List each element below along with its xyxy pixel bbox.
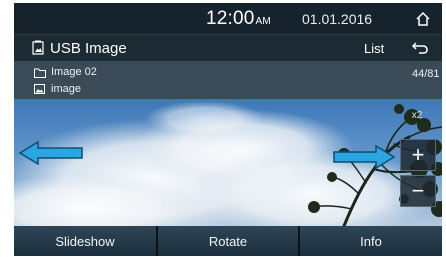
- list-button[interactable]: List: [364, 41, 384, 56]
- cloud: [144, 101, 264, 137]
- previous-image-arrow[interactable]: [16, 138, 86, 168]
- back-button[interactable]: [408, 38, 432, 58]
- image-counter: 44/81: [412, 68, 440, 80]
- usb-image-icon: [32, 40, 44, 55]
- slideshow-button[interactable]: Slideshow: [14, 226, 158, 256]
- rotate-button[interactable]: Rotate: [158, 226, 300, 256]
- zoom-in-button[interactable]: +: [400, 139, 436, 171]
- info-button[interactable]: Info: [300, 226, 442, 256]
- image-file-icon: [34, 84, 45, 94]
- back-icon: [411, 42, 428, 54]
- title-bar: USB Image List: [14, 35, 442, 61]
- file-name: image: [51, 83, 81, 95]
- home-icon: [416, 11, 430, 26]
- zoom-level-label: x2: [411, 110, 423, 121]
- status-bar: 12:00AM 01.01.2016: [14, 3, 442, 35]
- zoom-out-button[interactable]: −: [400, 175, 436, 207]
- clock-ampm: AM: [255, 16, 271, 27]
- file-info-bar: Image 02 image 44/81: [14, 61, 442, 99]
- bottom-toolbar: Slideshow Rotate Info: [14, 226, 442, 256]
- home-button[interactable]: [410, 7, 436, 31]
- page-title: USB Image: [50, 40, 127, 57]
- clock-time: 12:00: [206, 8, 255, 29]
- folder-icon: [34, 68, 46, 78]
- usb-image-viewer-screen: 12:00AM 01.01.2016 USB Image List Image …: [14, 3, 442, 256]
- next-image-arrow[interactable]: [332, 142, 398, 172]
- clock: 12:00AM: [206, 8, 271, 30]
- folder-name: Image 02: [51, 66, 97, 78]
- date: 01.01.2016: [302, 11, 373, 27]
